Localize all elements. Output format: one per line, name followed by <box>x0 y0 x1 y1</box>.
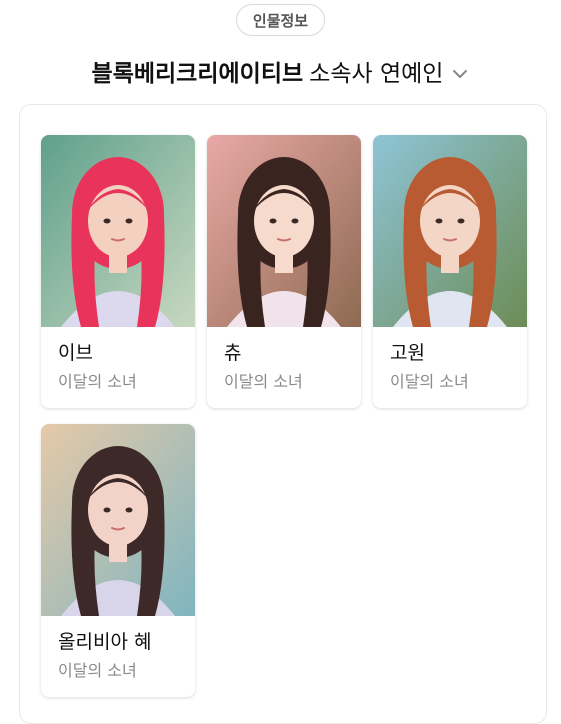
section-heading[interactable]: 블록베리크리에이티브 소속사 연예인 <box>0 54 561 88</box>
artist-name: 고원 <box>390 342 425 364</box>
chevron-down-icon[interactable] <box>451 63 469 81</box>
artist-card[interactable]: 이브 이달의 소녀 <box>41 135 195 408</box>
heading-suffix: 소속사 연예인 <box>309 61 444 87</box>
artist-info: 올리비아 혜 이달의 소녀 <box>41 616 195 682</box>
artist-photo <box>41 424 195 616</box>
artist-panel: 이브 이달의 소녀 츄 이달의 소녀 고원 이달의 소녀 올리비아 혜 이달의 … <box>19 104 547 724</box>
artist-photo <box>207 135 361 327</box>
artist-name: 츄 <box>224 342 242 364</box>
artist-card[interactable]: 츄 이달의 소녀 <box>207 135 361 408</box>
artist-group: 이달의 소녀 <box>224 372 303 391</box>
artist-name: 올리비아 혜 <box>58 631 152 653</box>
artist-grid: 이브 이달의 소녀 츄 이달의 소녀 고원 이달의 소녀 올리비아 혜 이달의 … <box>41 135 527 697</box>
artist-photo <box>41 135 195 327</box>
person-info-chip[interactable]: 인물정보 <box>235 4 326 36</box>
artist-info: 고원 이달의 소녀 <box>373 327 527 393</box>
artist-photo <box>373 135 527 327</box>
artist-group: 이달의 소녀 <box>58 372 137 391</box>
artist-group: 이달의 소녀 <box>390 372 469 391</box>
artist-card[interactable]: 올리비아 혜 이달의 소녀 <box>41 424 195 697</box>
chip-row: 인물정보 <box>0 4 561 36</box>
artist-info: 츄 이달의 소녀 <box>207 327 361 393</box>
agency-name: 블록베리크리에이티브 <box>91 61 304 87</box>
artist-group: 이달의 소녀 <box>58 661 137 680</box>
artist-name: 이브 <box>58 342 93 364</box>
artist-card[interactable]: 고원 이달의 소녀 <box>373 135 527 408</box>
artist-info: 이브 이달의 소녀 <box>41 327 195 393</box>
